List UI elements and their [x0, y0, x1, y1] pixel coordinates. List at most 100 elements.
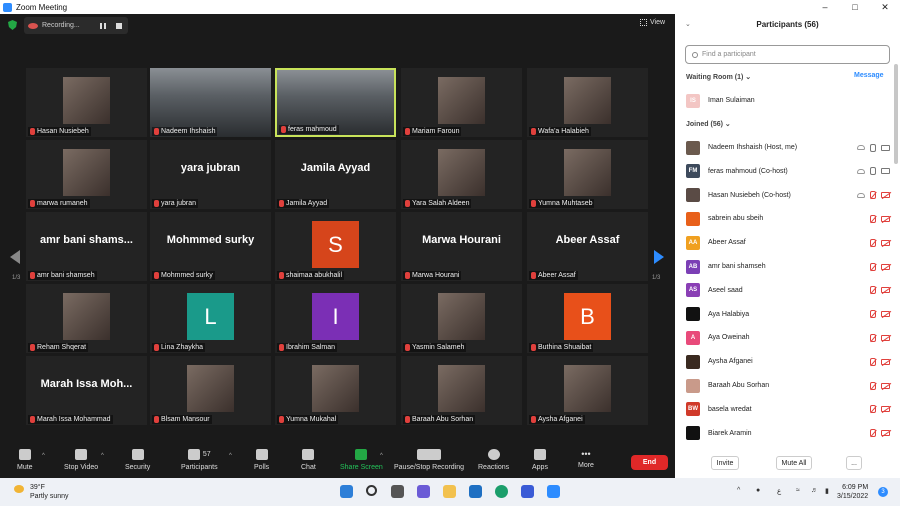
video-tile[interactable]: Sshaimaa abukhalil: [275, 212, 396, 281]
wifi-icon[interactable]: ≈: [796, 487, 800, 494]
participant-row[interactable]: Aya Halabiya: [686, 306, 890, 323]
muted-mic-icon[interactable]: [870, 238, 876, 247]
weather-widget[interactable]: 39°F Partly sunny: [14, 483, 69, 501]
edge-browser-icon[interactable]: [495, 485, 508, 498]
end-meeting-button[interactable]: End: [631, 455, 668, 470]
participant-row[interactable]: BW basela wredat: [686, 401, 890, 418]
muted-mic-icon[interactable]: [870, 262, 876, 271]
outlook-icon[interactable]: [521, 485, 534, 498]
video-tile[interactable]: feras mahmoud: [275, 68, 396, 137]
video-tile[interactable]: Wafa'a Halabieh: [527, 68, 648, 137]
participant-row[interactable]: Hasan Nusiebeh (Co-host): [686, 187, 890, 204]
video-tile[interactable]: Yasmin Salameh: [401, 284, 522, 353]
microphone-icon[interactable]: [870, 167, 876, 176]
invite-button[interactable]: Invite: [711, 456, 739, 470]
video-tile[interactable]: Blsam Mansour: [150, 356, 271, 425]
input-language[interactable]: ع: [777, 487, 781, 495]
more-button[interactable]: ••• More: [578, 449, 594, 469]
participants-button[interactable]: 57 Participants: [181, 449, 218, 471]
next-page-icon[interactable]: [654, 250, 664, 264]
store-icon[interactable]: [469, 485, 482, 498]
stop-video-button[interactable]: Stop Video: [64, 449, 98, 471]
participant-row[interactable]: A Aya Oweinah: [686, 329, 890, 346]
search-icon[interactable]: [366, 485, 377, 496]
task-view-icon[interactable]: [391, 485, 404, 498]
video-options-chevron-icon[interactable]: ^: [101, 453, 104, 459]
participant-row[interactable]: Nadeem Ihshaish (Host, me): [686, 139, 890, 156]
share-screen-button[interactable]: Share Screen: [340, 449, 383, 471]
panel-more-button[interactable]: ...: [846, 456, 862, 470]
notification-badge[interactable]: 3: [878, 487, 888, 497]
participant-row[interactable]: Baraah Abu Sorhan: [686, 377, 890, 394]
muted-mic-icon[interactable]: [870, 286, 876, 295]
windows-start-icon[interactable]: [340, 485, 353, 498]
video-tile[interactable]: B Buthina Shuaibat: [527, 284, 648, 353]
volume-icon[interactable]: ♬: [811, 487, 818, 494]
maximize-icon[interactable]: □: [840, 2, 870, 13]
share-options-chevron-icon[interactable]: ^: [380, 453, 383, 459]
mute-all-button[interactable]: Mute All: [776, 456, 812, 470]
waiting-participant-row[interactable]: IS Iman Sulaiman: [686, 92, 890, 109]
participant-row[interactable]: Aysha Afganei: [686, 353, 890, 370]
video-tile[interactable]: Mohmmed surky Mohmmed surky: [150, 212, 271, 281]
participant-row[interactable]: AA Abeer Assaf: [686, 234, 890, 251]
joined-header[interactable]: Joined (56) ⌄: [686, 120, 731, 128]
video-tile[interactable]: Reham Shqerat: [26, 284, 147, 353]
muted-mic-icon[interactable]: [870, 405, 876, 414]
participant-search-input[interactable]: Find a participant: [685, 45, 890, 64]
zoom-taskbar-icon[interactable]: [547, 485, 560, 498]
pause-stop-recording-button[interactable]: Pause/Stop Recording: [394, 449, 464, 471]
video-tile[interactable]: yara jubran yara jubran: [150, 140, 271, 209]
video-tile[interactable]: Yumna Mukahal: [275, 356, 396, 425]
view-button[interactable]: View: [640, 19, 665, 26]
video-tile[interactable]: marwa rumaneh: [26, 140, 147, 209]
polls-button[interactable]: Polls: [254, 449, 269, 471]
video-tile[interactable]: I Ibrahim Salman: [275, 284, 396, 353]
stop-recording-icon[interactable]: [116, 22, 122, 29]
participant-row[interactable]: AB amr bani shamseh: [686, 258, 890, 275]
muted-mic-icon[interactable]: [870, 310, 876, 319]
video-tile[interactable]: Yara Salah Aldeen: [401, 140, 522, 209]
participant-row[interactable]: Biarek Aramin: [686, 425, 890, 442]
minimize-icon[interactable]: –: [810, 2, 840, 13]
battery-icon[interactable]: ▮: [825, 487, 829, 495]
muted-mic-icon[interactable]: [870, 333, 876, 342]
video-tile[interactable]: amr bani shams... amr bani shamseh: [26, 212, 147, 281]
teams-chat-icon[interactable]: [417, 485, 430, 498]
show-hidden-icons-chevron-icon[interactable]: ^: [737, 487, 740, 494]
participant-row[interactable]: AS Aseel saad: [686, 282, 890, 299]
muted-mic-icon[interactable]: [870, 357, 876, 366]
video-tile[interactable]: Mariam Faroun: [401, 68, 522, 137]
message-waiting-button[interactable]: Message: [854, 72, 884, 79]
system-clock[interactable]: 6:09 PM 3/15/2022: [837, 483, 868, 501]
video-tile[interactable]: Aysha Afganei: [527, 356, 648, 425]
participant-row[interactable]: FM feras mahmoud (Co-host): [686, 163, 890, 180]
video-tile[interactable]: Nadeem Ihshaish: [150, 68, 271, 137]
video-tile[interactable]: Hasan Nusiebeh: [26, 68, 147, 137]
apps-button[interactable]: Apps: [532, 449, 548, 471]
waiting-room-header[interactable]: Waiting Room (1) ⌄: [686, 73, 751, 81]
video-tile[interactable]: Baraah Abu Sorhan: [401, 356, 522, 425]
mute-options-chevron-icon[interactable]: ^: [42, 453, 45, 459]
pause-recording-icon[interactable]: [100, 22, 106, 29]
chat-button[interactable]: Chat: [301, 449, 316, 471]
muted-mic-icon[interactable]: [870, 214, 876, 223]
participants-options-chevron-icon[interactable]: ^: [229, 453, 232, 459]
security-button[interactable]: Security: [125, 449, 150, 471]
muted-mic-icon[interactable]: [870, 191, 876, 200]
previous-page-icon[interactable]: [10, 250, 20, 264]
muted-mic-icon[interactable]: [870, 381, 876, 390]
mute-button[interactable]: Mute: [17, 449, 33, 471]
video-tile[interactable]: Jamila Ayyad Jamila Ayyad: [275, 140, 396, 209]
microphone-icon[interactable]: [870, 143, 876, 152]
participant-row[interactable]: sabrein abu sbeih: [686, 210, 890, 227]
participant-scrollbar[interactable]: [894, 64, 898, 164]
video-tile[interactable]: Yumna Muhtaseb: [527, 140, 648, 209]
file-explorer-icon[interactable]: [443, 485, 456, 498]
muted-mic-icon[interactable]: [870, 429, 876, 438]
video-tile[interactable]: Marwa Hourani Marwa Hourani: [401, 212, 522, 281]
video-tile[interactable]: Marah Issa Moh... Marah Issa Mohammad: [26, 356, 147, 425]
reactions-button[interactable]: Reactions: [478, 449, 509, 471]
close-icon[interactable]: ✕: [870, 2, 900, 13]
video-tile[interactable]: Abeer Assaf Abeer Assaf: [527, 212, 648, 281]
